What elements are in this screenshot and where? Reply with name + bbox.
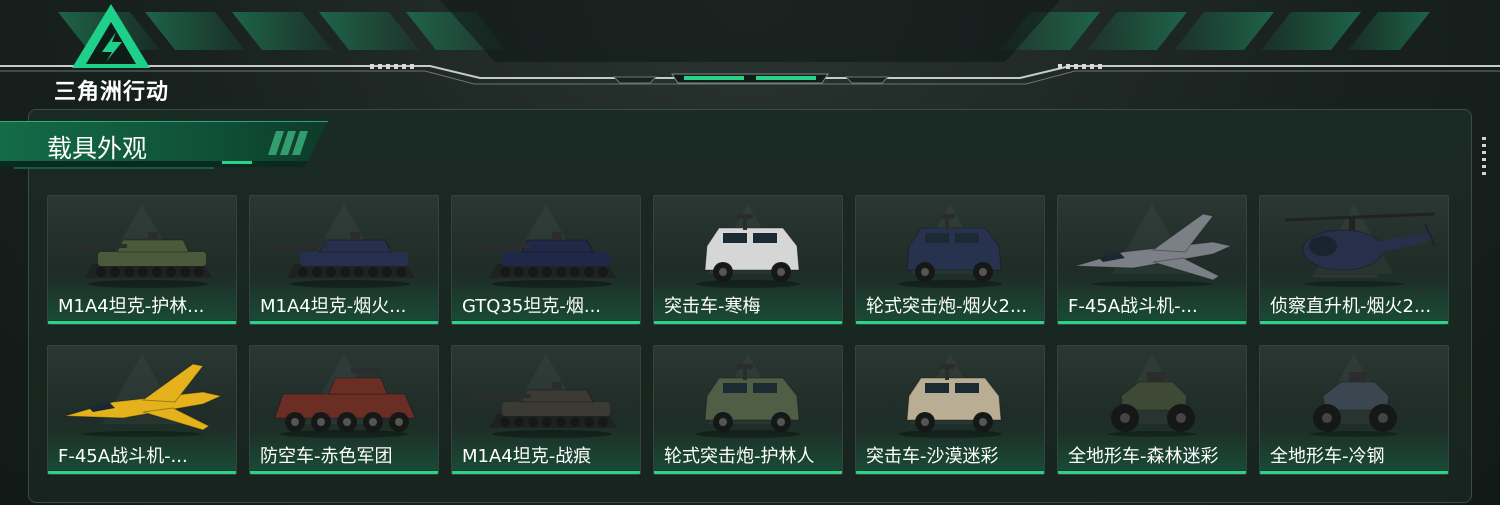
card-accent-bar: [856, 321, 1044, 324]
card-accent-bar: [48, 471, 236, 474]
card-accent-bar: [1260, 321, 1448, 324]
vehicle-skin-card[interactable]: 侦察直升机-烟火2...: [1259, 195, 1449, 325]
vehicle-skin-name: 突击车-沙漠迷彩: [866, 446, 999, 467]
fighter-jet-icon: [64, 363, 223, 437]
vehicle-skin-grid: M1A4坦克-护林... M1A4坦克-烟火... GTQ35坦克-烟... 突…: [47, 195, 1449, 475]
vehicle-skin-card[interactable]: 突击车-寒梅: [653, 195, 843, 325]
card-accent-bar: [250, 471, 438, 474]
atv-icon: [1310, 372, 1398, 437]
brand-logo: 三角洲行动: [44, 2, 179, 105]
vehicle-skin-name: 全地形车-冷钢: [1270, 446, 1385, 467]
apc-icon: [274, 368, 416, 438]
card-accent-bar: [452, 471, 640, 474]
tank-icon: [269, 232, 415, 288]
card-accent-bar: [1260, 471, 1448, 474]
fighter-jet-icon: [1074, 213, 1233, 287]
card-accent-bar: [1058, 471, 1246, 474]
card-accent-bar: [654, 321, 842, 324]
vehicle-skin-card[interactable]: 防空车-赤色军团: [249, 345, 439, 475]
vehicle-skin-name: 全地形车-森林迷彩: [1068, 446, 1219, 467]
vehicle-skin-name: F-45A战斗机-...: [58, 446, 188, 467]
card-accent-bar: [856, 471, 1044, 474]
armored-car-icon: [898, 214, 1002, 288]
vehicle-skin-name: M1A4坦克-战痕: [462, 446, 592, 467]
delta-triangle-icon: [72, 4, 150, 68]
atv-icon: [1108, 372, 1196, 437]
armored-car-icon: [898, 364, 1002, 438]
card-accent-bar: [452, 321, 640, 324]
card-accent-bar: [250, 321, 438, 324]
armored-car-icon: [696, 214, 800, 288]
vehicle-skin-card[interactable]: M1A4坦克-烟火...: [249, 195, 439, 325]
vehicle-skin-card[interactable]: F-45A战斗机-...: [47, 345, 237, 475]
vehicle-skin-card[interactable]: F-45A战斗机-...: [1057, 195, 1247, 325]
vehicle-skin-card[interactable]: M1A4坦克-战痕: [451, 345, 641, 475]
vehicle-skin-name: 轮式突击炮-烟火2...: [866, 296, 1028, 317]
vehicle-skin-card[interactable]: 突击车-沙漠迷彩: [855, 345, 1045, 475]
vehicle-skin-name: 防空车-赤色军团: [260, 446, 393, 467]
scroll-indicator[interactable]: [1481, 137, 1487, 181]
tank-icon: [471, 382, 617, 438]
brand-name: 三角洲行动: [53, 80, 169, 105]
vehicle-skin-name: M1A4坦克-护林...: [58, 296, 205, 317]
card-accent-bar: [654, 471, 842, 474]
tank-icon: [471, 232, 617, 288]
vehicle-skin-card[interactable]: 全地形车-森林迷彩: [1057, 345, 1247, 475]
vehicle-skin-name: M1A4坦克-烟火...: [260, 296, 407, 317]
vehicle-skin-card[interactable]: M1A4坦克-护林...: [47, 195, 237, 325]
vehicle-skin-card[interactable]: 全地形车-冷钢: [1259, 345, 1449, 475]
card-accent-bar: [48, 321, 236, 324]
vehicle-skin-card[interactable]: 轮式突击炮-护林人: [653, 345, 843, 475]
helicopter-icon: [1284, 212, 1436, 287]
vehicle-skin-card[interactable]: GTQ35坦克-烟...: [451, 195, 641, 325]
vehicle-skin-card[interactable]: 轮式突击炮-烟火2...: [855, 195, 1045, 325]
section-title: 载具外观: [47, 134, 148, 163]
vehicle-skin-name: 突击车-寒梅: [664, 296, 761, 317]
vehicle-skin-name: F-45A战斗机-...: [1068, 296, 1198, 317]
vehicle-skin-name: 侦察直升机-烟火2...: [1270, 296, 1432, 317]
vehicle-skin-name: 轮式突击炮-护林人: [664, 446, 815, 467]
card-accent-bar: [1058, 321, 1246, 324]
vehicle-skin-name: GTQ35坦克-烟...: [462, 296, 602, 317]
header-decoration: [0, 0, 1500, 85]
armored-car-icon: [696, 364, 800, 438]
tank-icon: [67, 232, 213, 288]
